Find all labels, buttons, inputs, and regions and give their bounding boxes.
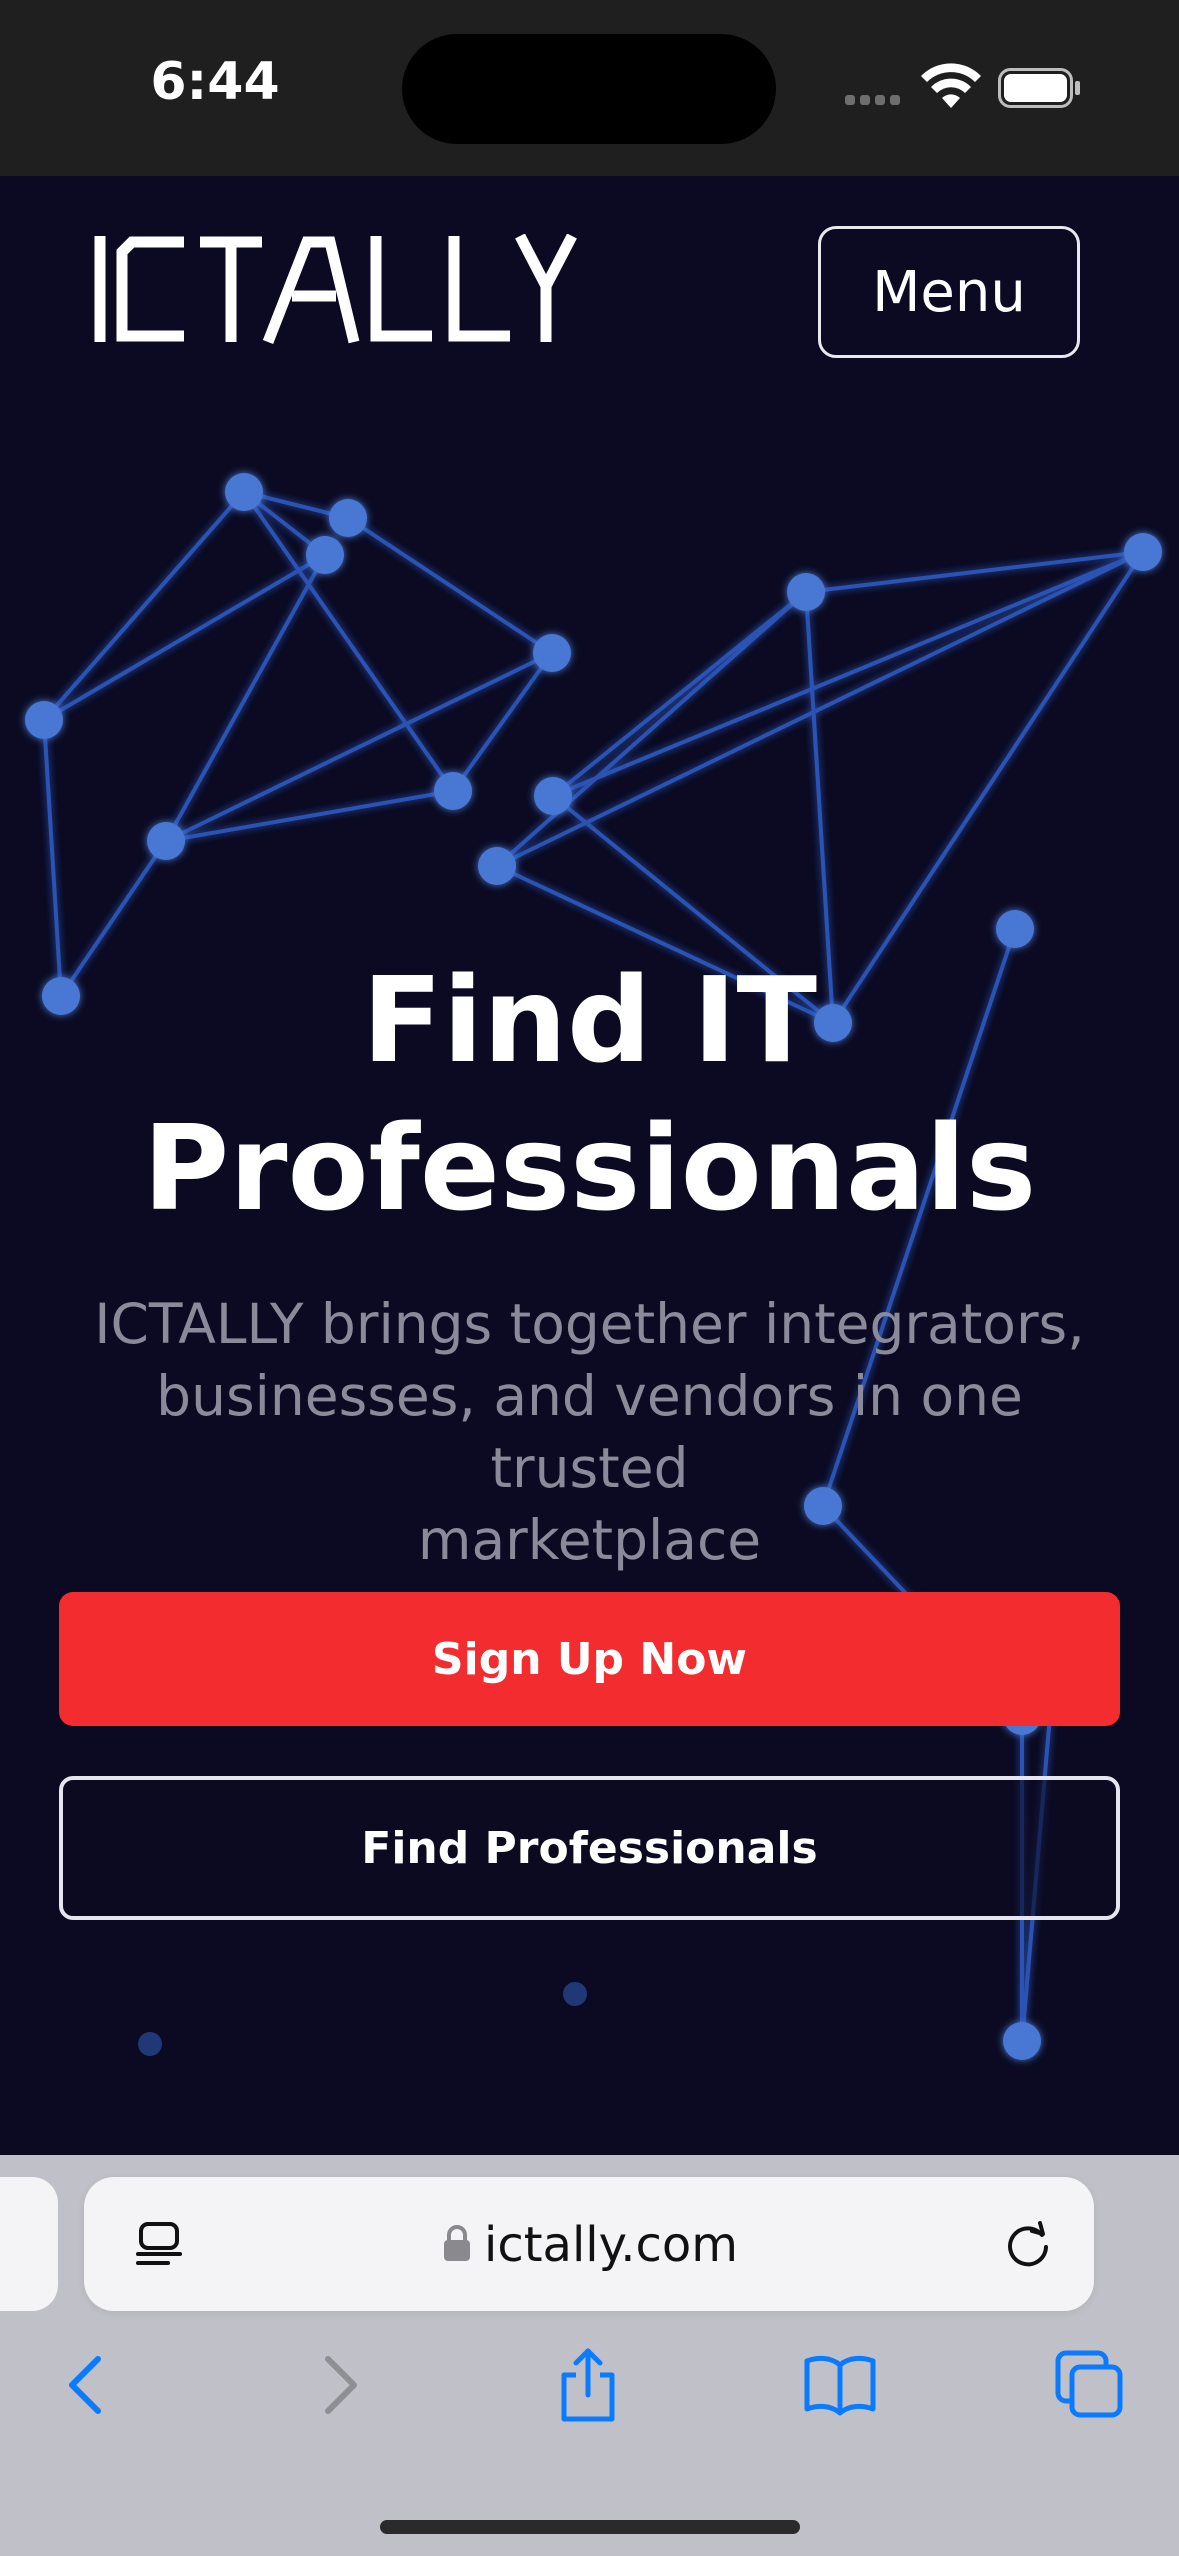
- previous-tab-preview[interactable]: [0, 2177, 58, 2311]
- menu-button[interactable]: Menu: [818, 226, 1080, 358]
- forward-icon: [325, 2356, 357, 2414]
- subtext-line-3: marketplace: [417, 1508, 762, 1572]
- bookmarks-button[interactable]: [800, 2345, 880, 2425]
- headline-line-1: Find IT: [361, 951, 817, 1089]
- bookmarks-icon: [804, 2355, 876, 2416]
- back-icon: [69, 2356, 101, 2414]
- wifi-icon: [921, 63, 981, 108]
- cellular-signal-icon: [845, 92, 905, 110]
- lock-icon: [444, 2225, 470, 2261]
- ictally-logo: [94, 234, 577, 344]
- hero-subtext: ICTALLY brings together integrators, bus…: [60, 1288, 1119, 1576]
- page-menu-icon[interactable]: [134, 2219, 184, 2269]
- url-text[interactable]: ictally.com: [484, 2217, 738, 2273]
- reload-icon[interactable]: [1002, 2219, 1054, 2271]
- tabs-icon: [1055, 2350, 1123, 2418]
- subtext-line-1: ICTALLY brings together integrators,: [94, 1292, 1085, 1356]
- hero-headline: Find IT Professionals: [60, 946, 1119, 1242]
- status-time: 6:44: [150, 52, 280, 112]
- subtext-line-2: businesses, and vendors in one trusted: [156, 1364, 1023, 1500]
- find-professionals-button[interactable]: Find Professionals: [59, 1776, 1120, 1920]
- browser-chrome: ictally.com: [0, 2155, 1179, 2556]
- battery-icon: [998, 68, 1080, 108]
- tabs-button[interactable]: [1050, 2345, 1130, 2425]
- page-content: Menu Find IT Professionals ICTALLY bring…: [0, 176, 1179, 2155]
- home-indicator: [380, 2520, 800, 2534]
- status-bar: 6:44: [0, 0, 1179, 176]
- share-button[interactable]: [548, 2345, 628, 2425]
- share-icon: [561, 2348, 615, 2422]
- back-button[interactable]: [46, 2345, 126, 2425]
- address-bar[interactable]: ictally.com: [84, 2177, 1094, 2311]
- dynamic-island: [402, 34, 776, 144]
- forward-button[interactable]: [300, 2345, 380, 2425]
- headline-line-2: Professionals: [142, 1099, 1037, 1237]
- sign-up-button[interactable]: Sign Up Now: [59, 1592, 1120, 1726]
- browser-toolbar: [0, 2345, 1179, 2445]
